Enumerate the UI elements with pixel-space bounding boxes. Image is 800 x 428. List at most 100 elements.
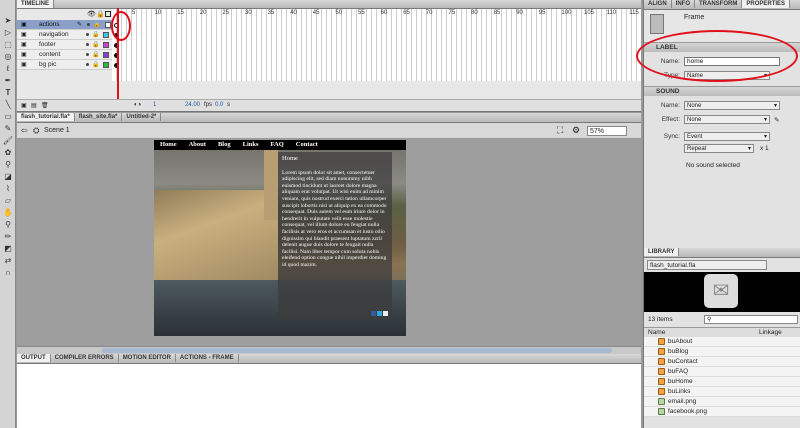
subselection-tool-icon[interactable]: ▷ <box>1 27 15 38</box>
snap-icon[interactable]: ∩ <box>1 267 15 278</box>
layer-name[interactable]: content <box>39 51 81 58</box>
doc-tab[interactable]: flash_site.fla* <box>75 113 123 121</box>
layer-name[interactable]: navigation <box>39 31 81 38</box>
pencil-icon[interactable]: ✎ <box>774 116 779 124</box>
visibility-dot[interactable] <box>87 23 91 26</box>
lock-icon[interactable]: 🔒 <box>92 51 99 58</box>
site-nav-link[interactable]: About <box>189 140 206 150</box>
new-layer-icon[interactable]: ▣ <box>21 102 27 109</box>
visibility-dot[interactable] <box>86 43 89 46</box>
layer-row[interactable]: ▣ bg pic 🔒 <box>17 60 112 70</box>
lock-icon[interactable]: 🔒 <box>92 61 99 68</box>
twitter-icon[interactable] <box>377 311 382 316</box>
library-item[interactable]: buContact <box>644 357 800 367</box>
fps-value[interactable]: 24.00 <box>185 102 200 108</box>
panel-tab[interactable]: TRANSFORM <box>695 0 743 8</box>
library-item[interactable]: email.png <box>644 397 800 407</box>
email-icon[interactable] <box>383 311 388 316</box>
site-nav-link[interactable]: Blog <box>218 140 231 150</box>
zoom-tool-icon[interactable]: ⚲ <box>1 219 15 230</box>
outline-color-swatch[interactable] <box>103 61 110 68</box>
new-folder-icon[interactable]: ▤ <box>31 102 37 109</box>
outline-color-swatch[interactable] <box>103 41 110 48</box>
edit-scene-icon[interactable]: ⛶ <box>557 125 563 136</box>
tab-library[interactable]: LIBRARY <box>644 248 680 256</box>
swap-colors-icon[interactable]: ⇄ <box>1 255 15 266</box>
panel-tab[interactable]: ALIGN <box>644 0 672 8</box>
line-tool-icon[interactable]: ╲ <box>1 99 15 110</box>
outline-color-swatch[interactable] <box>104 21 111 28</box>
output-tab[interactable]: COMPILER ERRORS <box>51 354 119 362</box>
brush-tool-icon[interactable]: 🖌 <box>1 135 15 146</box>
library-item[interactable]: buAbout <box>644 337 800 347</box>
site-nav-link[interactable]: Links <box>243 140 259 150</box>
visibility-dot[interactable] <box>86 33 89 36</box>
outline-color-swatch[interactable] <box>103 31 110 38</box>
panel-tab[interactable]: INFO <box>672 0 696 8</box>
free-transform-icon[interactable]: ⬚ <box>1 39 15 50</box>
site-nav-link[interactable]: Contact <box>296 140 318 150</box>
pencil-tool-icon[interactable]: ✎ <box>1 123 15 134</box>
library-file-select[interactable]: flash_tutorial.fla <box>647 260 767 270</box>
outline-color-swatch[interactable] <box>103 51 110 58</box>
output-tab[interactable]: ACTIONS - FRAME <box>176 354 239 362</box>
layer-row[interactable]: ▣ navigation 🔒 <box>17 30 112 40</box>
layer-name[interactable]: footer <box>39 41 81 48</box>
layer-row[interactable]: ▣ footer 🔒 <box>17 40 112 50</box>
deco-tool-icon[interactable]: ✿ <box>1 147 15 158</box>
outline-header-icon[interactable] <box>105 11 111 17</box>
panel-tab[interactable]: PROPERTIES <box>742 0 791 8</box>
site-nav-link[interactable]: Home <box>160 140 177 150</box>
effect-select[interactable]: None <box>684 115 770 124</box>
frames-grid[interactable]: 5 10 15 20 25 30 35 40 45 50 55 60 65 70 75 80 85 90 95 100… <box>112 9 641 81</box>
3d-rotation-icon[interactable]: ◎ <box>1 51 15 62</box>
visibility-dot[interactable] <box>86 53 89 56</box>
edit-symbol-icon[interactable]: ⚙ <box>572 125 580 136</box>
output-tab[interactable]: MOTION EDITOR <box>119 354 176 362</box>
zoom-select[interactable]: 57% <box>587 126 627 136</box>
layer-row[interactable]: ▣ content 🔒 <box>17 50 112 60</box>
col-linkage[interactable]: Linkage <box>759 329 782 336</box>
stroke-color-icon[interactable]: ✏ <box>1 231 15 242</box>
pen-tool-icon[interactable]: ✒ <box>1 75 15 86</box>
paint-bucket-icon[interactable]: ◪ <box>1 171 15 182</box>
library-item[interactable]: facebook.png <box>644 407 800 417</box>
sync-select[interactable]: Event <box>684 132 770 141</box>
fill-color-icon[interactable]: ◩ <box>1 243 15 254</box>
lock-icon[interactable]: 🔒 <box>92 31 99 38</box>
sound-name-select[interactable]: None <box>684 101 780 110</box>
back-arrow-icon[interactable]: ⇦ <box>21 126 28 135</box>
onion-skin-icon[interactable]: ◐◑ <box>134 102 141 108</box>
lock-icon[interactable]: 🔒 <box>93 21 100 28</box>
layer-name[interactable]: bg pic <box>39 61 81 68</box>
tab-timeline[interactable]: TIMELINE <box>17 0 54 8</box>
doc-tab[interactable]: flash_tutorial.fla* <box>17 113 75 121</box>
scroll-thumb[interactable] <box>102 348 612 353</box>
selection-tool-icon[interactable]: ➤ <box>1 15 15 26</box>
site-nav-link[interactable]: FAQ <box>271 140 284 150</box>
library-item[interactable]: buFAQ <box>644 367 800 377</box>
text-tool-icon[interactable]: T <box>1 87 15 98</box>
library-search-input[interactable]: ⚲ <box>704 315 798 324</box>
lasso-icon[interactable]: ℓ <box>1 63 15 74</box>
output-body[interactable] <box>17 364 641 428</box>
stage-scrollbar[interactable] <box>17 346 641 354</box>
eye-icon[interactable]: 👁 <box>87 10 96 18</box>
layer-name[interactable]: actions <box>39 21 81 28</box>
repeat-select[interactable]: Repeat <box>684 144 754 153</box>
repeat-count[interactable]: x 1 <box>760 145 769 152</box>
eyedropper-icon[interactable]: ⌇ <box>1 183 15 194</box>
delete-layer-icon[interactable]: 🗑 <box>41 102 49 109</box>
library-item[interactable]: buLinks <box>644 387 800 397</box>
rectangle-tool-icon[interactable]: ▭ <box>1 111 15 122</box>
sound-section[interactable]: SOUND <box>644 86 800 96</box>
lock-header-icon[interactable]: 🔒 <box>96 10 105 18</box>
lock-icon[interactable]: 🔒 <box>92 41 99 48</box>
doc-tab[interactable]: Untitled-2* <box>122 113 162 121</box>
facebook-icon[interactable] <box>371 311 376 316</box>
bone-tool-icon[interactable]: ⚲ <box>1 159 15 170</box>
layer-row[interactable]: ▣ actions ✎ 🔒 <box>17 20 112 30</box>
library-item[interactable]: buHome <box>644 377 800 387</box>
library-item[interactable]: buBlog <box>644 347 800 357</box>
eraser-icon[interactable]: ▱ <box>1 195 15 206</box>
